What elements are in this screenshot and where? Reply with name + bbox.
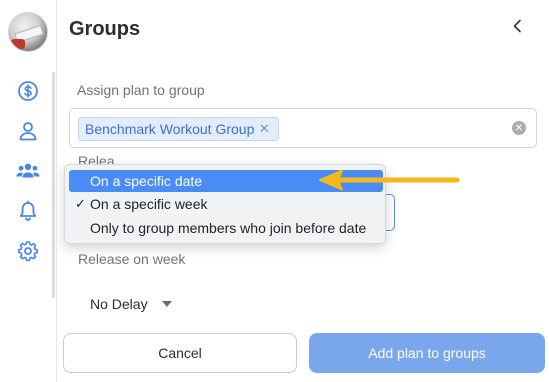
bell-icon[interactable] [16, 199, 40, 223]
add-plan-button[interactable]: Add plan to groups [309, 333, 545, 373]
annotation-arrow-icon [319, 169, 460, 191]
rail-scrollbar[interactable] [52, 72, 55, 298]
clear-icon[interactable]: ✕ [512, 121, 526, 135]
page-title: Groups [69, 18, 141, 40]
group-chip: Benchmark Workout Group ✕ [78, 117, 280, 141]
menu-item-specific-week[interactable]: ✓ On a specific week [69, 193, 383, 215]
menu-item-label: On a specific date [90, 173, 203, 189]
avatar[interactable] [8, 12, 48, 52]
avatar-graphic-accent [11, 39, 25, 49]
menu-item-join-before-date[interactable]: Only to group members who join before da… [69, 217, 383, 239]
delay-select[interactable]: No Delay [90, 296, 172, 312]
gear-icon[interactable] [16, 239, 40, 263]
dollar-icon[interactable] [16, 79, 40, 103]
collapse-button[interactable] [507, 14, 527, 38]
cancel-button[interactable]: Cancel [63, 333, 297, 373]
delay-value: No Delay [90, 296, 148, 312]
release-week-label: Release on week [78, 251, 186, 267]
group-select[interactable]: Benchmark Workout Group ✕ ✕ [69, 108, 537, 148]
assign-label: Assign plan to group [77, 82, 205, 98]
group-chip-label: Benchmark Workout Group [85, 121, 255, 137]
remove-chip-icon[interactable]: ✕ [258, 121, 270, 136]
check-icon: ✓ [75, 196, 86, 211]
chevron-left-icon [513, 19, 521, 33]
user-icon[interactable] [16, 119, 40, 143]
menu-item-label: On a specific week [90, 196, 208, 212]
menu-item-label: Only to group members who join before da… [90, 220, 367, 236]
caret-down-icon [161, 301, 172, 307]
users-icon[interactable] [16, 159, 40, 183]
icon-rail [0, 0, 57, 382]
